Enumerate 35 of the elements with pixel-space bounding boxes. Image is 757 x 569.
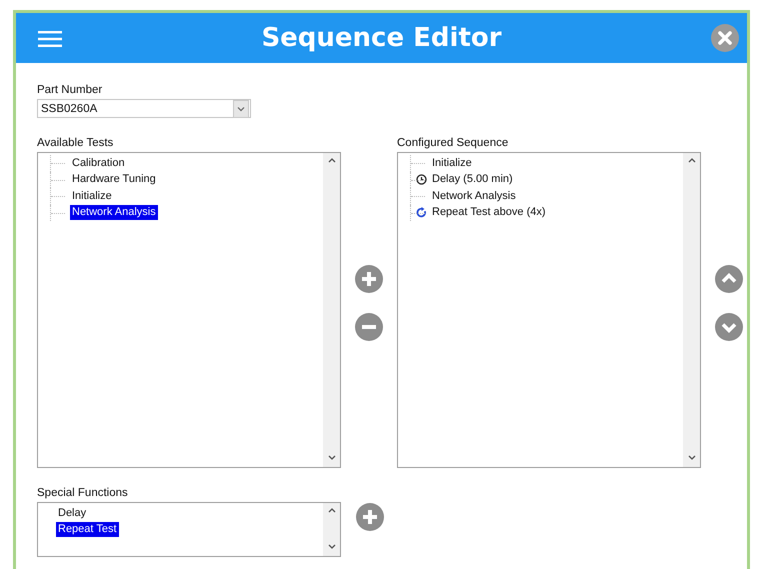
list-item[interactable]: Repeat Test [56,522,119,538]
window-title: Sequence Editor [261,23,502,53]
list-item[interactable]: Delay [56,506,88,521]
list-label: Special Functions [37,486,129,500]
dropdown-caret-icon[interactable] [233,100,249,118]
list-item[interactable]: Network Analysis [430,188,518,204]
scroll-down-icon[interactable] [326,543,336,551]
clock-icon [416,174,427,186]
move-down-icon[interactable] [715,313,743,341]
scrollbar[interactable] [323,503,340,556]
scroll-up-icon[interactable] [686,156,696,164]
scroll-up-icon[interactable] [326,506,336,514]
list-label: Available Tests [37,136,114,150]
list-item[interactable]: Network Analysis [70,205,158,220]
move-up-icon[interactable] [715,265,743,293]
list-item[interactable]: Delay (5.00 min) [430,172,515,188]
add-icon[interactable] [355,265,383,293]
part-number-dropdown[interactable]: SSB0260A [37,99,251,118]
list-item[interactable]: Calibration [70,156,127,171]
scroll-down-icon[interactable] [686,454,696,462]
scrollbar[interactable] [323,153,340,467]
refresh-icon [416,207,427,218]
field-label: Part Number [37,83,104,97]
list-item[interactable]: Initialize [70,188,114,204]
list-label: Configured Sequence [397,136,510,150]
list-item[interactable]: Repeat Test above (4x) [430,205,548,220]
close-icon[interactable] [711,24,739,52]
list-item[interactable]: Initialize [430,156,474,171]
add-icon[interactable] [356,503,384,531]
menu-icon[interactable] [38,31,62,47]
list-item[interactable]: Hardware Tuning [70,172,158,188]
remove-icon[interactable] [355,313,383,341]
scrollbar[interactable] [683,153,700,467]
scroll-up-icon[interactable] [326,156,336,164]
scroll-down-icon[interactable] [326,454,336,462]
